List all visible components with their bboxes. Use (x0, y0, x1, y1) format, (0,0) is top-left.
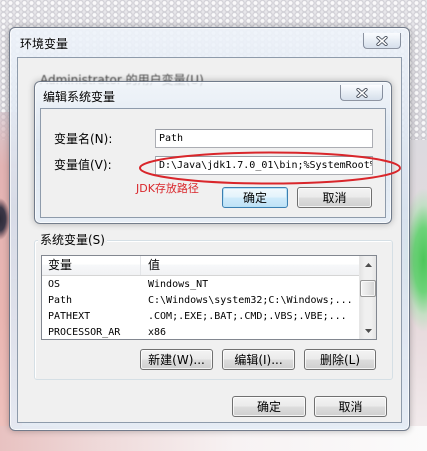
table-row[interactable]: OS Windows_NT (42, 277, 359, 293)
ok-button[interactable]: 确定 (232, 396, 306, 417)
scroll-down-button[interactable] (360, 322, 376, 339)
list-header: 变量 值 (42, 256, 359, 276)
row-variable-value: C:\Windows\system32;C:\Windows;... (148, 295, 353, 306)
column-header-variable[interactable]: 变量 (48, 256, 138, 276)
table-row[interactable]: Path C:\Windows\system32;C:\Windows;... (42, 293, 359, 309)
close-icon (355, 87, 368, 98)
scroll-up-icon (364, 262, 372, 267)
dialog-title: 编辑系统变量 (43, 90, 116, 104)
delete-variable-button[interactable]: 删除(L) (304, 349, 376, 370)
scroll-down-glyph (364, 328, 372, 333)
row-variable-name: PATHEXT (48, 311, 91, 322)
scroll-up-glyph (364, 262, 372, 267)
variable-name-label: 变量名(N): (54, 132, 113, 146)
close-icon-glyph (377, 36, 387, 45)
row-variable-value: x86 (148, 327, 167, 338)
window-title: 环境变量 (20, 37, 69, 51)
scroll-thumb[interactable] (360, 280, 376, 297)
annotation-ellipse-stroke (139, 151, 401, 185)
edit-variable-button[interactable]: 编辑(I)... (222, 349, 295, 370)
close-button[interactable] (363, 33, 401, 49)
vertical-scrollbar[interactable] (359, 256, 376, 339)
row-variable-value: .COM;.EXE;.BAT;.CMD;.VBS;.VBE;... (148, 311, 347, 322)
scroll-up-button[interactable] (360, 256, 376, 273)
new-variable-button[interactable]: 新建(W)... (140, 349, 213, 370)
annotation-ellipse (139, 151, 401, 185)
system-variables-list[interactable]: 变量 值 OS Windows_NT Path C:\Windows\syste… (41, 255, 377, 340)
variable-value-label: 变量值(V): (54, 158, 112, 172)
dialog-cancel-button[interactable]: 取消 (297, 187, 372, 208)
row-variable-value: Windows_NT (148, 279, 209, 290)
close-icon (376, 35, 388, 46)
close-icon-glyph (356, 88, 367, 97)
scroll-down-icon (364, 328, 372, 333)
column-divider[interactable] (140, 256, 141, 275)
dialog-close-button[interactable] (340, 85, 383, 101)
row-variable-name: Path (48, 295, 73, 306)
table-row[interactable]: PROCESSOR_AR x86 (42, 325, 359, 339)
variable-name-input[interactable]: Path (155, 129, 373, 148)
column-header-value[interactable]: 值 (148, 256, 348, 276)
system-variables-label: 系统变量(S) (38, 233, 107, 247)
row-variable-name: OS (48, 279, 61, 290)
row-variable-name: PROCESSOR_AR (48, 327, 121, 338)
annotation-text: JDK存放路径 (136, 182, 199, 195)
dialog-ok-button[interactable]: 确定 (222, 187, 288, 208)
cancel-button[interactable]: 取消 (314, 396, 387, 417)
table-row[interactable]: PATHEXT .COM;.EXE;.BAT;.CMD;.VBS;.VBE;..… (42, 309, 359, 325)
